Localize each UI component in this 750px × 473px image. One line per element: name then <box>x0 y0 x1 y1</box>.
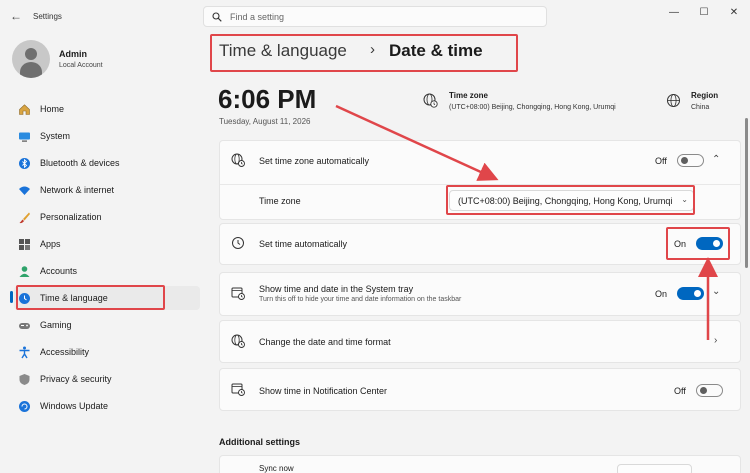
annotation-arrows <box>335 104 718 340</box>
arrow-to-timezone <box>335 104 499 181</box>
